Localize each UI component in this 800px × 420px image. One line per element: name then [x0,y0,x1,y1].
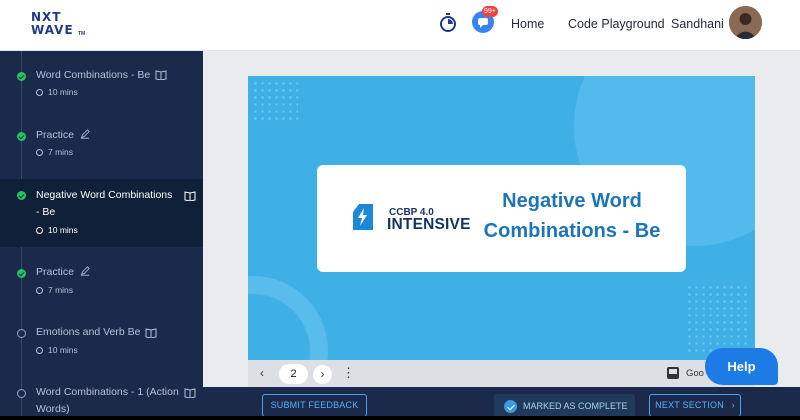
google-slides-label[interactable]: Goo [686,368,704,379]
submit-feedback-button[interactable]: SUBMIT FEEDBACK [262,394,367,417]
sidebar-item-duration: 10 mins [36,345,78,355]
pencil-icon [80,129,90,139]
sidebar-item-title: Practice [36,266,74,278]
decorative-dots [252,80,298,120]
nxtwave-logo[interactable]: NXT WAVE TM [31,10,91,40]
sidebar-item-duration: 7 mins [36,285,73,295]
completed-check-icon [17,132,26,141]
sidebar-item-title-line1: Word Combinations - 1 (Action [36,386,179,398]
chevron-left-icon[interactable]: ‹ [260,366,264,380]
sidebar-item-practice-1[interactable]: Practice 7 mins [0,121,203,171]
slides-icon[interactable] [667,367,679,379]
sidebar-item-title-line2: Words) [36,403,70,415]
book-icon [145,328,157,338]
decorative-ring [248,276,328,360]
sidebar-item-negative-word-combinations-be[interactable]: Negative Word Combinations - Be 10 mins [0,179,203,247]
completed-check-icon [17,191,26,200]
user-photo-icon [729,6,762,39]
clock-icon [36,287,43,294]
slide-title-line1: Negative Word [502,190,642,212]
sidebar-item-duration: 7 mins [36,147,73,157]
clock-icon [36,89,43,96]
sidebar-item-emotions-and-verb-be[interactable]: Emotions and Verb Be 10 mins [0,318,203,368]
sidebar-item-title-line2: - Be [36,206,56,218]
sidebar-item-title: Word Combinations - Be [36,69,151,81]
sidebar-item-title: Practice [36,129,74,141]
decorative-dots [686,284,748,354]
next-section-button[interactable]: NEXT SECTION › [649,394,741,417]
chevron-right-icon: › [731,400,735,410]
notification-badge: 99+ [482,6,498,17]
help-button[interactable]: Help [705,348,778,385]
slide-title-line2: Combinations - Be [483,220,661,242]
logo-text-bottom: WAVE [31,23,74,37]
top-header: NXT WAVE TM 99+ Home Code Playground San… [0,0,800,51]
sidebar-item-duration: 10 mins [36,87,78,97]
ccbp-logo-icon [353,204,373,230]
sidebar-item-title-line1: Negative Word Combinations [36,189,173,201]
pending-circle-icon [17,329,26,338]
window-bottom-edge [0,416,800,420]
logo-trademark: TM [78,31,86,37]
ccbp-brand-name: INTENSIVE [387,216,471,233]
slide-title: Negative Word Combinations - Be [472,186,672,246]
book-icon [184,388,196,398]
sidebar-item-duration: 10 mins [36,225,78,235]
book-icon [155,70,167,80]
more-options-icon[interactable]: ⋮ [342,365,355,381]
next-section-label: NEXT SECTION [655,400,724,410]
slide-page-number[interactable]: 2 [279,364,308,384]
clock-icon [36,347,43,354]
completed-check-icon [17,72,26,81]
pending-circle-icon [17,389,26,398]
completed-check-icon [17,269,26,278]
sidebar-item-practice-2[interactable]: Practice 7 mins [0,258,203,308]
stopwatch-icon[interactable] [439,13,457,33]
nav-home-link[interactable]: Home [511,17,544,31]
clock-icon [36,227,43,234]
check-circle-icon [504,400,517,413]
sidebar-item-word-combinations-1-action-words[interactable]: Word Combinations - 1 (Action Words) [0,378,203,420]
sidebar-item-title: Emotions and Verb Be [36,326,141,338]
user-name[interactable]: Sandhani [671,17,724,31]
pencil-icon [80,266,90,276]
book-icon [184,191,196,201]
sidebar-item-word-combinations-be[interactable]: Word Combinations - Be 10 mins [0,61,203,111]
chevron-right-icon[interactable]: › [313,365,332,384]
avatar[interactable] [729,6,762,39]
logo-text-top: NXT [31,10,62,24]
clock-icon [36,149,43,156]
nav-code-playground-link[interactable]: Code Playground [568,17,665,31]
